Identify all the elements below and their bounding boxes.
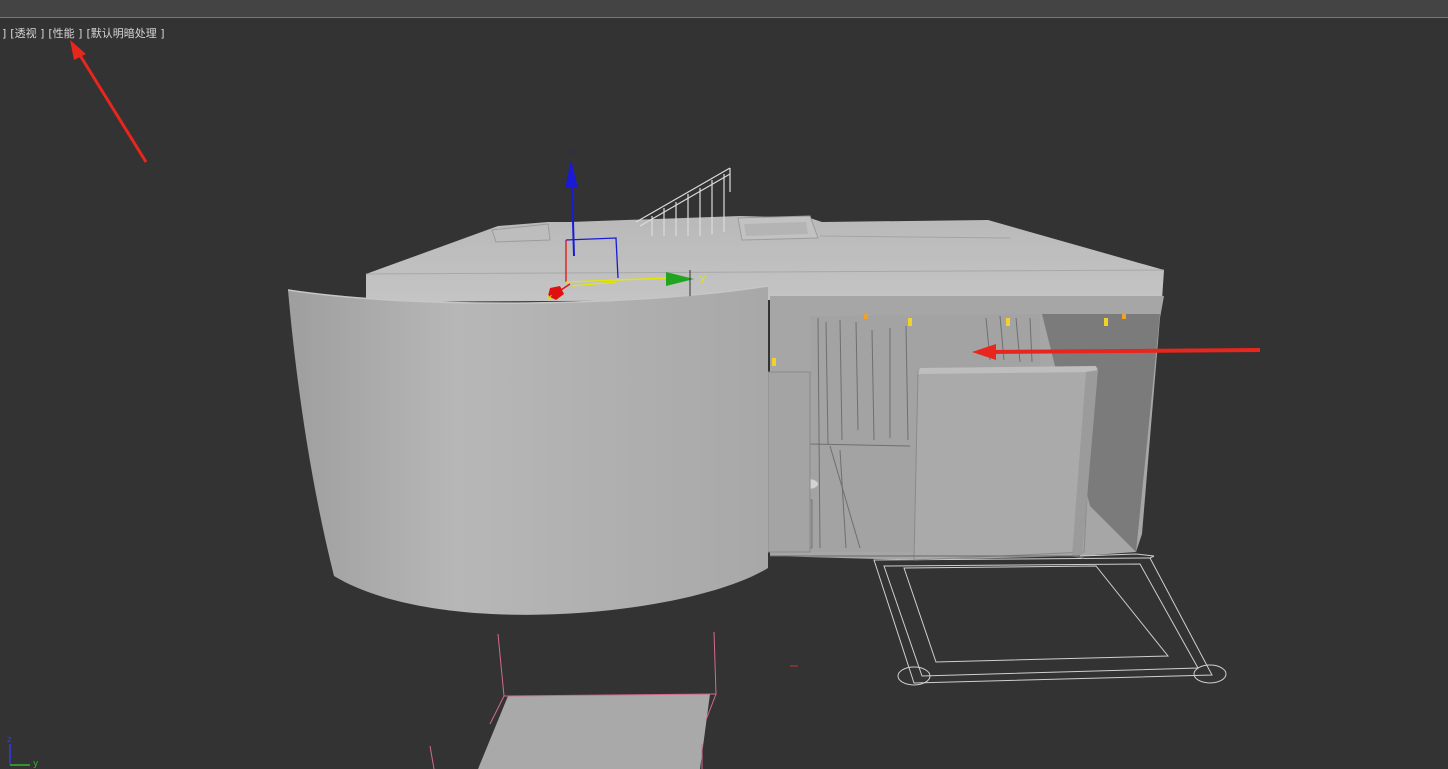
building-model <box>287 167 1165 615</box>
gizmo-x-label: x <box>547 293 553 303</box>
floor-rug-wireframe <box>873 555 1227 686</box>
gizmo-y-label: y <box>700 274 706 284</box>
gizmo-z-label: z <box>568 147 573 157</box>
scene-render[interactable]: z y x z y <box>0 0 1448 769</box>
front-slab <box>429 631 798 769</box>
world-axis-indicator: z y <box>7 735 39 769</box>
world-axis-y-label: y <box>33 759 39 769</box>
world-axis-z-label: z <box>7 735 12 745</box>
3d-perspective-viewport[interactable]: ] [透视 ] [性能 ] [默认明暗处理 ] z y x z y <box>0 0 1448 769</box>
annotation-arrow-top-left <box>70 40 148 163</box>
